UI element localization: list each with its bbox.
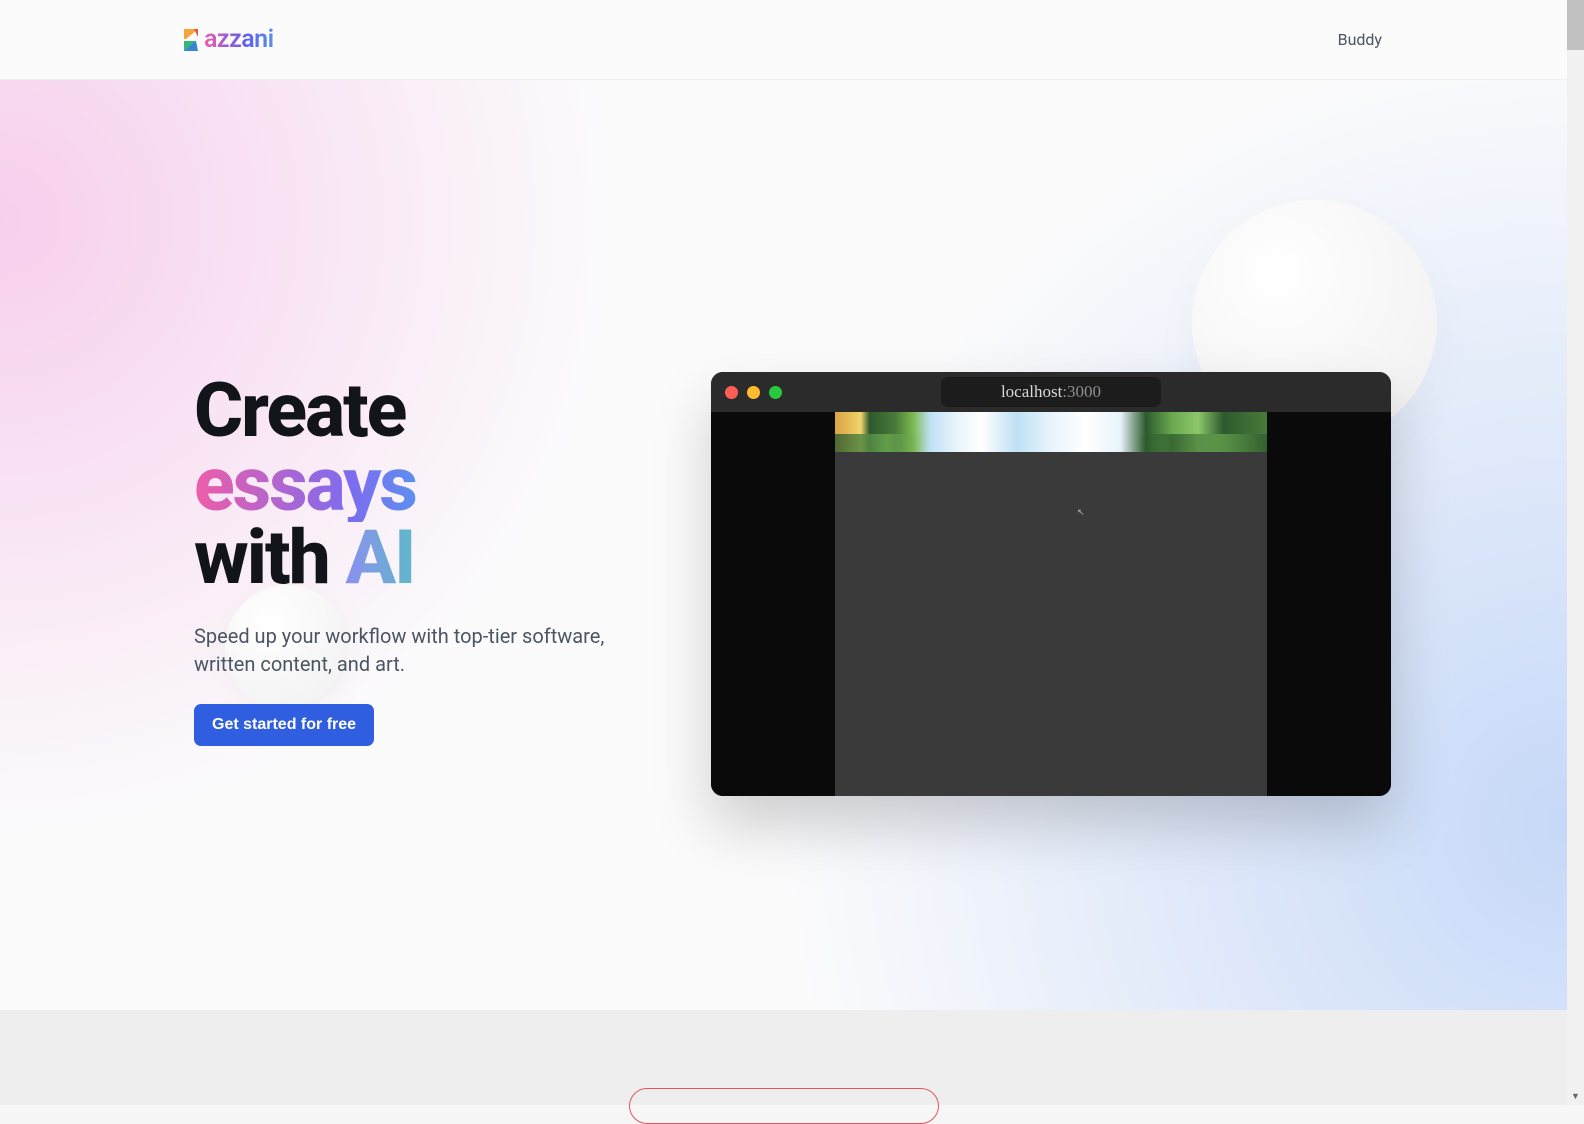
brand-mark-icon (180, 27, 202, 53)
nav-link-buddy[interactable]: Buddy (1338, 30, 1382, 49)
scroll-down-arrow-icon[interactable]: ▼ (1567, 1088, 1584, 1105)
secondary-section (0, 1010, 1567, 1105)
get-started-button[interactable]: Get started for free (194, 704, 374, 746)
url-host: localhost (1001, 382, 1062, 401)
window-minimize-icon (747, 386, 760, 399)
site-header: azzani Buddy (0, 0, 1567, 80)
window-close-icon (725, 386, 738, 399)
hero-content: Create essays with AI Speed up your work… (194, 375, 634, 746)
url-port: :3000 (1062, 382, 1101, 401)
hero-subtitle: Speed up your workflow with top-tier sof… (194, 622, 634, 678)
scrollbar-thumb[interactable] (1567, 0, 1584, 50)
hero-title-line3a: with (194, 514, 345, 602)
hero-section: Create essays with AI Speed up your work… (0, 80, 1567, 1010)
hero-title: Create essays with AI (194, 375, 634, 596)
window-maximize-icon (769, 386, 782, 399)
primary-nav: Buddy (1338, 30, 1382, 49)
hero-title-line2: essays (194, 449, 416, 523)
cursor-icon: ↖ (1077, 508, 1085, 518)
page-scrollbar[interactable]: ▲ ▼ (1567, 0, 1584, 1105)
brand-name: azzani (204, 25, 274, 54)
browser-address-bar: localhost:3000 (941, 377, 1161, 407)
browser-viewport: ↖ (711, 412, 1391, 796)
demo-illustration (835, 412, 1267, 452)
hero-title-line3b: AI (345, 522, 414, 596)
browser-titlebar: localhost:3000 (711, 372, 1391, 412)
pill-button-partial[interactable] (629, 1088, 939, 1124)
browser-mockup: localhost:3000 ↖ (711, 372, 1391, 796)
brand-logo[interactable]: azzani (180, 25, 274, 54)
demo-app-viewport: ↖ (835, 412, 1267, 796)
